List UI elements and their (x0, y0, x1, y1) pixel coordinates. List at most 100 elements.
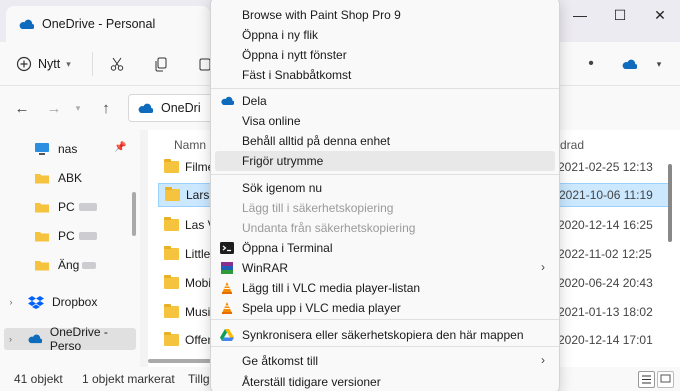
up-arrow-icon[interactable]: ↑ (96, 98, 116, 118)
sidebar-item-pc-2[interactable]: PC (34, 225, 97, 247)
recent-chevron-icon[interactable]: ▾ (68, 98, 88, 118)
column-header-name[interactable]: Namn (174, 138, 206, 152)
sidebar-item-pc-1[interactable]: PC (34, 196, 97, 218)
new-button[interactable]: Nytt ▾ (16, 52, 71, 76)
menu-item-pin-quick-access[interactable]: Fäst i Snabbåtkomst (215, 65, 555, 85)
menu-item-add-to-backup: Lägg till i säkerhetskopiering (215, 198, 555, 218)
onedrive-status-icon[interactable] (618, 53, 640, 75)
menu-item-label: Behåll alltid på denna enhet (242, 134, 391, 148)
tab-onedrive[interactable]: OneDrive - Personal (6, 6, 210, 42)
file-date: 2021-02-25 12:13 (558, 160, 653, 174)
menu-item-label: Sök igenom nu (242, 181, 323, 195)
more-options-icon[interactable]: • (580, 53, 602, 75)
sidebar-item-label: nas (58, 142, 78, 156)
menu-separator (211, 319, 559, 320)
submenu-arrow-icon: › (541, 260, 545, 274)
folder-icon (164, 159, 179, 173)
vlc-icon (222, 282, 232, 294)
menu-item-label: Öppna i nytt fönster (242, 48, 347, 62)
file-name: Little (185, 247, 211, 261)
folder-icon (35, 232, 49, 242)
folder-icon (35, 261, 49, 271)
tiles-view-icon[interactable] (657, 371, 674, 388)
onedrive-icon (19, 19, 34, 29)
menu-item-winrar[interactable]: WinRAR › (215, 258, 555, 278)
menu-item-give-access[interactable]: Ge åtkomst till › (215, 351, 555, 371)
menu-item-open-new-window[interactable]: Öppna i nytt fönster (215, 45, 555, 65)
winrar-icon (221, 262, 233, 274)
terminal-icon (220, 242, 234, 254)
menu-item-label: Återställ tidigare versioner (242, 375, 381, 389)
vlc-icon (222, 302, 232, 314)
address-path: OneDri (161, 101, 201, 115)
toolbar-divider (92, 52, 93, 76)
menu-item-vlc-play[interactable]: Spela upp i VLC media player (215, 298, 555, 318)
column-header-modified[interactable]: drad (560, 138, 584, 152)
folder-icon (165, 187, 180, 201)
back-arrow-icon[interactable]: ← (12, 98, 32, 118)
vertical-scrollbar[interactable] (668, 164, 672, 242)
menu-item-keep-on-device[interactable]: Behåll alltid på denna enhet (215, 131, 555, 151)
pin-icon: 📌 (114, 142, 127, 153)
sidebar-item-label: ABK (58, 171, 83, 185)
menu-item-label: Spela upp i VLC media player (242, 301, 401, 315)
forward-arrow-icon[interactable]: → (44, 98, 64, 118)
menu-item-label: Frigör utrymme (242, 154, 324, 168)
menu-item-view-online[interactable]: Visa online (215, 111, 555, 131)
context-menu: Browse with Paint Shop Pro 9 Öppna i ny … (210, 0, 560, 391)
menu-item-open-new-tab[interactable]: Öppna i ny flik (215, 25, 555, 45)
chevron-right-icon[interactable]: › (4, 334, 17, 344)
copy-icon[interactable] (150, 53, 172, 75)
chevron-down-icon: ▾ (66, 58, 71, 69)
sidebar-item-label: Dropbox (52, 295, 98, 309)
menu-item-label: Lägg till i VLC media player-listan (242, 281, 421, 295)
sidebar-item-label: PC (58, 200, 75, 214)
menu-item-share[interactable]: Dela (215, 91, 555, 111)
chevron-down-icon[interactable]: ▾ (648, 53, 670, 75)
details-view-icon[interactable] (638, 371, 655, 388)
sidebar-item-label: PC (58, 229, 75, 243)
menu-item-label: Lägg till i säkerhetskopiering (242, 201, 394, 215)
blurred-text (78, 232, 97, 240)
menu-separator (211, 174, 559, 175)
tab-title: OneDrive - Personal (42, 17, 156, 31)
sidebar-item-ang[interactable]: Äng (34, 254, 97, 276)
menu-item-label: Dela (242, 94, 267, 108)
folder-icon (164, 304, 179, 318)
blurred-text (78, 203, 97, 211)
menu-item-label: Visa online (242, 114, 301, 128)
menu-item-label: Synkronisera eller säkerhetskopiera den … (242, 328, 524, 342)
menu-item-free-up-space[interactable]: Frigör utrymme (215, 151, 555, 171)
dropbox-icon (28, 296, 44, 309)
sidebar-item-nas[interactable]: nas (34, 138, 77, 160)
minimize-button[interactable]: — (560, 0, 600, 30)
selected-count: 1 objekt markerat (82, 372, 175, 386)
close-button[interactable]: ✕ (640, 0, 680, 30)
sidebar-item-onedrive[interactable]: › OneDrive - Perso (4, 325, 136, 353)
folder-icon (35, 203, 49, 213)
sidebar-item-label: OneDrive - Perso (49, 325, 108, 353)
maximize-button[interactable]: ☐ (600, 0, 640, 30)
onedrive-icon (28, 334, 42, 344)
google-drive-icon (220, 329, 234, 341)
chevron-right-icon[interactable]: › (4, 297, 18, 307)
menu-item-label: WinRAR (242, 261, 289, 275)
sidebar-item-dropbox[interactable]: › Dropbox (4, 291, 97, 313)
file-date: 2020-12-14 16:25 (558, 218, 653, 232)
menu-item-scan-now[interactable]: Sök igenom nu (215, 178, 555, 198)
monitor-icon (35, 143, 49, 155)
sidebar-scrollbar[interactable] (132, 192, 136, 236)
file-date: 2021-10-06 11:19 (559, 188, 653, 202)
menu-item-browse-paint-shop[interactable]: Browse with Paint Shop Pro 9 (215, 5, 555, 25)
file-date: 2020-12-14 17:01 (558, 333, 653, 347)
file-date: 2020-06-24 20:43 (558, 276, 653, 290)
menu-item-open-terminal[interactable]: Öppna i Terminal (215, 238, 555, 258)
plus-circle-icon (16, 56, 32, 72)
menu-item-restore-versions[interactable]: Återställ tidigare versioner (215, 372, 555, 391)
folder-icon (164, 332, 179, 346)
cut-icon[interactable] (106, 53, 128, 75)
submenu-arrow-icon: › (541, 353, 545, 367)
menu-item-google-drive-sync[interactable]: Synkronisera eller säkerhetskopiera den … (215, 325, 555, 345)
menu-item-vlc-add-playlist[interactable]: Lägg till i VLC media player-listan (215, 278, 555, 298)
sidebar-item-abk[interactable]: ABK (34, 167, 82, 189)
